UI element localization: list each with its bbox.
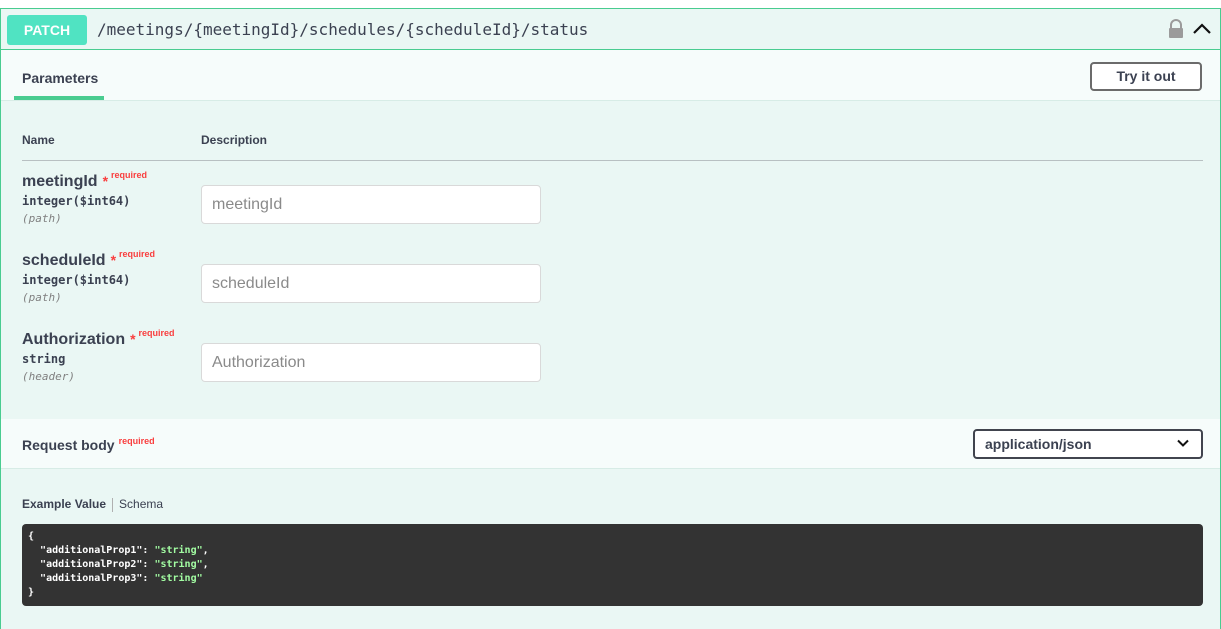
- tab-schema[interactable]: Schema: [119, 497, 163, 511]
- code-sep: ,: [202, 559, 209, 570]
- param-location: (path): [22, 212, 62, 225]
- param-name: Authorization * required: [22, 328, 175, 349]
- required-star: *: [130, 331, 136, 347]
- request-body-title: Request body required: [22, 436, 155, 453]
- tab-example-value[interactable]: Example Value: [22, 497, 106, 511]
- authorization-input[interactable]: [201, 343, 541, 382]
- required-label: required: [118, 436, 155, 446]
- param-meetingId: meetingId * required integer($int64) (path…: [22, 170, 148, 225]
- required-label: required: [138, 328, 175, 338]
- code-value: "string": [154, 559, 203, 570]
- param-name: scheduleId * required: [22, 249, 156, 270]
- param-location: (path): [22, 291, 62, 304]
- code-value: "string": [154, 573, 203, 584]
- chevron-up-icon[interactable]: [1192, 20, 1212, 38]
- request-body-header: Request body required application/json: [1, 419, 1220, 469]
- operation-summary[interactable]: PATCH /meetings/{meetingId}/schedules/{s…: [1, 9, 1220, 50]
- code-sep: ,: [202, 545, 209, 556]
- param-type: integer($int64): [22, 273, 131, 287]
- chevron-down-icon: [1177, 439, 1189, 447]
- required-label: required: [119, 249, 156, 259]
- required-star: *: [110, 252, 117, 268]
- method-badge: PATCH: [7, 15, 87, 45]
- tab-parameters[interactable]: Parameters: [22, 70, 98, 86]
- code-key: "additionalProp3": [40, 573, 143, 584]
- required-label: required: [111, 170, 148, 180]
- code-close-brace: }: [28, 587, 35, 598]
- parameters-section-header: Parameters Try it out: [1, 50, 1220, 101]
- param-name-text: meetingId: [22, 173, 98, 190]
- param-name-text: scheduleId: [22, 252, 106, 269]
- required-star: *: [102, 173, 109, 189]
- operation-block: PATCH /meetings/{meetingId}/schedules/{s…: [0, 8, 1221, 629]
- description-column-header: Description: [201, 133, 268, 147]
- request-body-title-text: Request body: [22, 437, 115, 453]
- param-type: integer($int64): [22, 194, 131, 208]
- header-divider: [22, 160, 1203, 161]
- content-type-select[interactable]: application/json: [973, 429, 1203, 459]
- lock-icon[interactable]: [1167, 19, 1185, 39]
- operation-path: /meetings/{meetingId}/schedules/{schedul…: [97, 20, 589, 39]
- scheduleId-input[interactable]: [201, 264, 541, 303]
- example-tabs: Example Value Schema: [22, 497, 163, 512]
- code-key: "additionalProp2": [40, 559, 143, 570]
- code-open-brace: {: [28, 531, 35, 542]
- code-value: "string": [154, 545, 203, 556]
- meetingId-input[interactable]: [201, 185, 541, 224]
- param-scheduleId: scheduleId * required integer($int64) (pat…: [22, 249, 156, 304]
- param-name-text: Authorization: [22, 331, 126, 348]
- try-it-out-button[interactable]: Try it out: [1090, 62, 1202, 91]
- code-key: "additionalProp1": [40, 545, 143, 556]
- example-code-block: { "additionalProp1": "string", "addition…: [22, 524, 1203, 606]
- param-name: meetingId * required: [22, 170, 148, 191]
- param-location: (header): [22, 370, 75, 383]
- param-Authorization: Authorization * required string (header): [22, 328, 175, 383]
- content-type-value: application/json: [985, 436, 1092, 452]
- name-column-header: Name: [22, 133, 55, 147]
- tab-active-indicator: [14, 96, 104, 100]
- param-type: string: [22, 352, 66, 366]
- parameters-table: Name Description meetingId * required inte…: [1, 101, 1220, 419]
- tab-divider: [112, 497, 114, 512]
